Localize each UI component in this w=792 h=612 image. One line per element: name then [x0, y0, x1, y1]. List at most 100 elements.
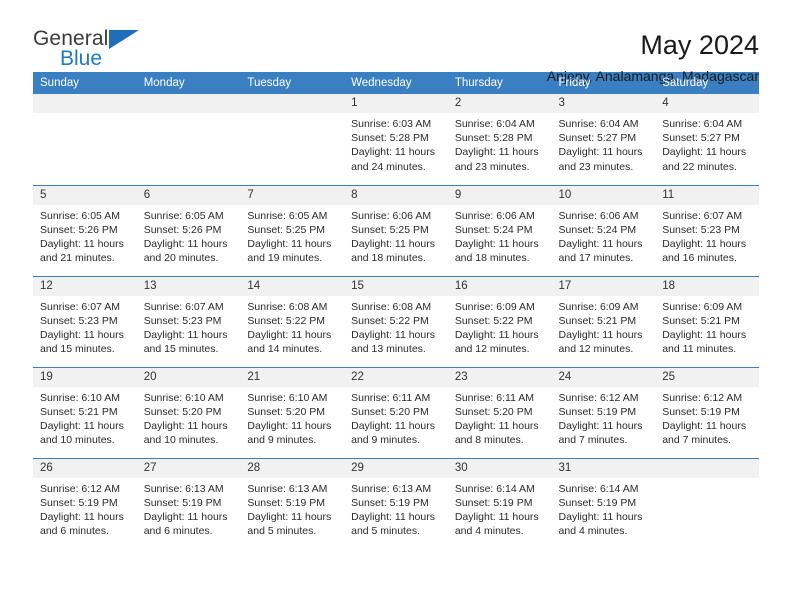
calendar-day-cell[interactable]: 15 Sunrise: 6:08 AM Sunset: 5:22 PM Dayligh…	[344, 275, 448, 367]
day-number: 6	[136, 185, 241, 205]
sunrise-text: Sunrise: 6:04 AM	[662, 118, 743, 130]
daylight-text: Daylight: 11 hours and 5 minutes.	[247, 510, 332, 538]
calendar-week-row: 5 Sunrise: 6:05 AM Sunset: 5:26 PM Daylight…	[33, 184, 759, 276]
sunset-text: Sunset: 5:19 PM	[454, 496, 533, 509]
sunset-text: Sunset: 5:19 PM	[247, 496, 326, 509]
calendar-day-cell[interactable]: 30 Sunrise: 6:14 AM Sunset: 5:19 PM Dayligh…	[447, 457, 552, 549]
sunset-text: Sunset: 5:21 PM	[558, 314, 637, 327]
sunrise-text: Sunrise: 6:12 AM	[558, 391, 639, 404]
day-number: 10	[551, 185, 656, 205]
calendar-day-cell[interactable]: 11 Sunrise: 6:07 AM Sunset: 5:23 PM Dayligh…	[655, 184, 759, 276]
sunrise-text: Sunrise: 6:06 AM	[454, 209, 535, 222]
page-header: General Blue May 2024 Anjepy, Analamanga…	[33, 0, 759, 85]
calendar-day-cell[interactable]: 31 Sunrise: 6:14 AM Sunset: 5:19 PM Dayligh…	[551, 457, 656, 549]
day-details: Sunrise: 6:10 AM Sunset: 5:20 PM Daylight:…	[240, 387, 344, 448]
daylight-text: Daylight: 11 hours and 17 minutes.	[558, 237, 643, 265]
sunrise-text: Sunrise: 6:05 AM	[247, 209, 328, 222]
calendar-day-cell-empty	[33, 94, 137, 185]
calendar-day-cell[interactable]: 5 Sunrise: 6:05 AM Sunset: 5:26 PM Daylight…	[33, 184, 137, 276]
calendar-day-cell[interactable]: 10 Sunrise: 6:06 AM Sunset: 5:24 PM Dayligh…	[551, 184, 656, 276]
calendar-day-cell[interactable]: 27 Sunrise: 6:13 AM Sunset: 5:19 PM Dayligh…	[136, 457, 241, 549]
day-number: 18	[655, 276, 759, 296]
calendar-day-cell[interactable]: 1 Sunrise: 6:03 AM Sunset: 5:28 PM Daylight…	[344, 94, 448, 185]
day-details: Sunrise: 6:12 AM Sunset: 5:19 PM Daylight:…	[655, 387, 759, 448]
calendar-day-cell[interactable]: 29 Sunrise: 6:13 AM Sunset: 5:19 PM Dayligh…	[344, 457, 448, 549]
sunset-text: Sunset: 5:21 PM	[662, 314, 740, 327]
calendar-day-cell[interactable]: 17 Sunrise: 6:09 AM Sunset: 5:21 PM Dayligh…	[551, 275, 656, 367]
calendar-day-cell[interactable]: 4 Sunrise: 6:04 AM Sunset: 5:27 PM Daylight…	[655, 94, 759, 185]
day-number: 11	[655, 185, 759, 205]
day-details: Sunrise: 6:04 AM Sunset: 5:28 PM Daylight:…	[448, 113, 552, 174]
daylight-text: Daylight: 11 hours and 6 minutes.	[143, 510, 228, 538]
daylight-text: Daylight: 11 hours and 7 minutes.	[558, 419, 643, 447]
page-title: May 2024	[640, 30, 759, 60]
day-details: Sunrise: 6:08 AM Sunset: 5:22 PM Daylight:…	[344, 296, 448, 357]
sunrise-text: Sunrise: 6:14 AM	[558, 482, 639, 495]
day-number: 25	[655, 367, 759, 387]
weekday-header-wednesday: Wednesday	[344, 72, 448, 94]
calendar-day-cell[interactable]: 18 Sunrise: 6:09 AM Sunset: 5:21 PM Dayligh…	[655, 275, 759, 367]
general-blue-logo[interactable]: General Blue	[33, 28, 153, 76]
daylight-text: Daylight: 11 hours and 5 minutes.	[351, 510, 435, 538]
day-number: 22	[344, 367, 448, 387]
day-details: Sunrise: 6:09 AM Sunset: 5:21 PM Daylight:…	[552, 296, 656, 357]
calendar-day-cell[interactable]: 3 Sunrise: 6:04 AM Sunset: 5:27 PM Daylight…	[551, 94, 656, 185]
sunset-text: Sunset: 5:20 PM	[454, 405, 533, 418]
daylight-text: Daylight: 11 hours and 10 minutes.	[40, 419, 124, 447]
calendar-day-cell[interactable]: 6 Sunrise: 6:05 AM Sunset: 5:26 PM Daylight…	[136, 184, 241, 276]
daylight-text: Daylight: 11 hours and 4 minutes.	[558, 510, 643, 538]
sunrise-text: Sunrise: 6:09 AM	[662, 300, 743, 313]
day-details: Sunrise: 6:11 AM Sunset: 5:20 PM Daylight:…	[344, 387, 448, 448]
day-details: Sunrise: 6:12 AM Sunset: 5:19 PM Daylight:…	[552, 387, 656, 448]
brand-triangle-icon	[109, 30, 139, 49]
calendar-day-cell[interactable]: 24 Sunrise: 6:12 AM Sunset: 5:19 PM Dayligh…	[551, 366, 656, 458]
daylight-text: Daylight: 11 hours and 8 minutes.	[454, 419, 539, 447]
sunset-text: Sunset: 5:19 PM	[558, 496, 637, 509]
day-details: Sunrise: 6:06 AM Sunset: 5:24 PM Daylight:…	[552, 205, 656, 266]
calendar-day-cell[interactable]: 8 Sunrise: 6:06 AM Sunset: 5:25 PM Daylight…	[344, 184, 448, 276]
calendar-week-row: 1 Sunrise: 6:03 AM Sunset: 5:28 PM Daylight…	[33, 94, 759, 185]
sunset-text: Sunset: 5:22 PM	[351, 314, 429, 327]
calendar-table: Sunday Monday Tuesday Wednesday Thursday…	[33, 72, 759, 549]
day-number: 16	[447, 276, 552, 296]
calendar-day-cell[interactable]: 7 Sunrise: 6:05 AM Sunset: 5:25 PM Daylight…	[240, 184, 345, 276]
calendar-day-cell[interactable]: 13 Sunrise: 6:07 AM Sunset: 5:23 PM Dayligh…	[136, 275, 241, 367]
daylight-text: Daylight: 11 hours and 4 minutes.	[454, 510, 539, 538]
day-details: Sunrise: 6:06 AM Sunset: 5:25 PM Daylight:…	[344, 205, 448, 266]
calendar-day-cell[interactable]: 22 Sunrise: 6:11 AM Sunset: 5:20 PM Dayligh…	[344, 366, 448, 458]
day-details: Sunrise: 6:13 AM Sunset: 5:19 PM Daylight:…	[137, 478, 241, 539]
day-number: 14	[240, 276, 345, 296]
sunset-text: Sunset: 5:23 PM	[40, 314, 118, 327]
calendar-day-cell[interactable]: 21 Sunrise: 6:10 AM Sunset: 5:20 PM Dayligh…	[240, 366, 345, 458]
daylight-text: Daylight: 11 hours and 6 minutes.	[40, 510, 124, 538]
day-number: 26	[33, 458, 137, 478]
sunrise-text: Sunrise: 6:13 AM	[351, 482, 432, 495]
calendar-day-cell[interactable]: 20 Sunrise: 6:10 AM Sunset: 5:20 PM Dayligh…	[136, 366, 241, 458]
calendar-day-cell[interactable]: 25 Sunrise: 6:12 AM Sunset: 5:19 PM Dayligh…	[655, 366, 759, 458]
calendar-day-cell[interactable]: 12 Sunrise: 6:07 AM Sunset: 5:23 PM Dayligh…	[33, 275, 137, 367]
sunset-text: Sunset: 5:28 PM	[454, 132, 533, 145]
daylight-text: Daylight: 11 hours and 19 minutes.	[247, 237, 332, 265]
sunset-text: Sunset: 5:22 PM	[247, 314, 326, 327]
sunrise-text: Sunrise: 6:11 AM	[454, 391, 534, 404]
day-number: 23	[447, 367, 552, 387]
calendar-day-cell[interactable]: 16 Sunrise: 6:09 AM Sunset: 5:22 PM Dayligh…	[447, 275, 552, 367]
daylight-text: Daylight: 11 hours and 14 minutes.	[247, 328, 332, 356]
calendar-day-cell[interactable]: 26 Sunrise: 6:12 AM Sunset: 5:19 PM Dayligh…	[33, 457, 137, 549]
day-number: 4	[655, 94, 759, 113]
daylight-text: Daylight: 11 hours and 16 minutes.	[662, 237, 747, 265]
calendar-day-cell[interactable]: 23 Sunrise: 6:11 AM Sunset: 5:20 PM Dayligh…	[447, 366, 552, 458]
calendar-day-cell[interactable]: 19 Sunrise: 6:10 AM Sunset: 5:21 PM Dayligh…	[33, 366, 137, 458]
day-number: 17	[551, 276, 656, 296]
sunrise-text: Sunrise: 6:03 AM	[351, 118, 432, 130]
calendar-week-row: 19 Sunrise: 6:10 AM Sunset: 5:21 PM Dayligh…	[33, 366, 759, 458]
sunrise-text: Sunrise: 6:05 AM	[40, 209, 120, 222]
calendar-day-cell[interactable]: 28 Sunrise: 6:13 AM Sunset: 5:19 PM Dayligh…	[240, 457, 345, 549]
day-number: 28	[240, 458, 345, 478]
calendar-day-cell[interactable]: 2 Sunrise: 6:04 AM Sunset: 5:28 PM Daylight…	[447, 94, 552, 185]
sunset-text: Sunset: 5:24 PM	[558, 223, 637, 236]
calendar-day-cell[interactable]: 14 Sunrise: 6:08 AM Sunset: 5:22 PM Dayligh…	[240, 275, 345, 367]
day-number: 13	[136, 276, 241, 296]
calendar-day-cell[interactable]: 9 Sunrise: 6:06 AM Sunset: 5:24 PM Daylight…	[447, 184, 552, 276]
day-number: 20	[136, 367, 241, 387]
